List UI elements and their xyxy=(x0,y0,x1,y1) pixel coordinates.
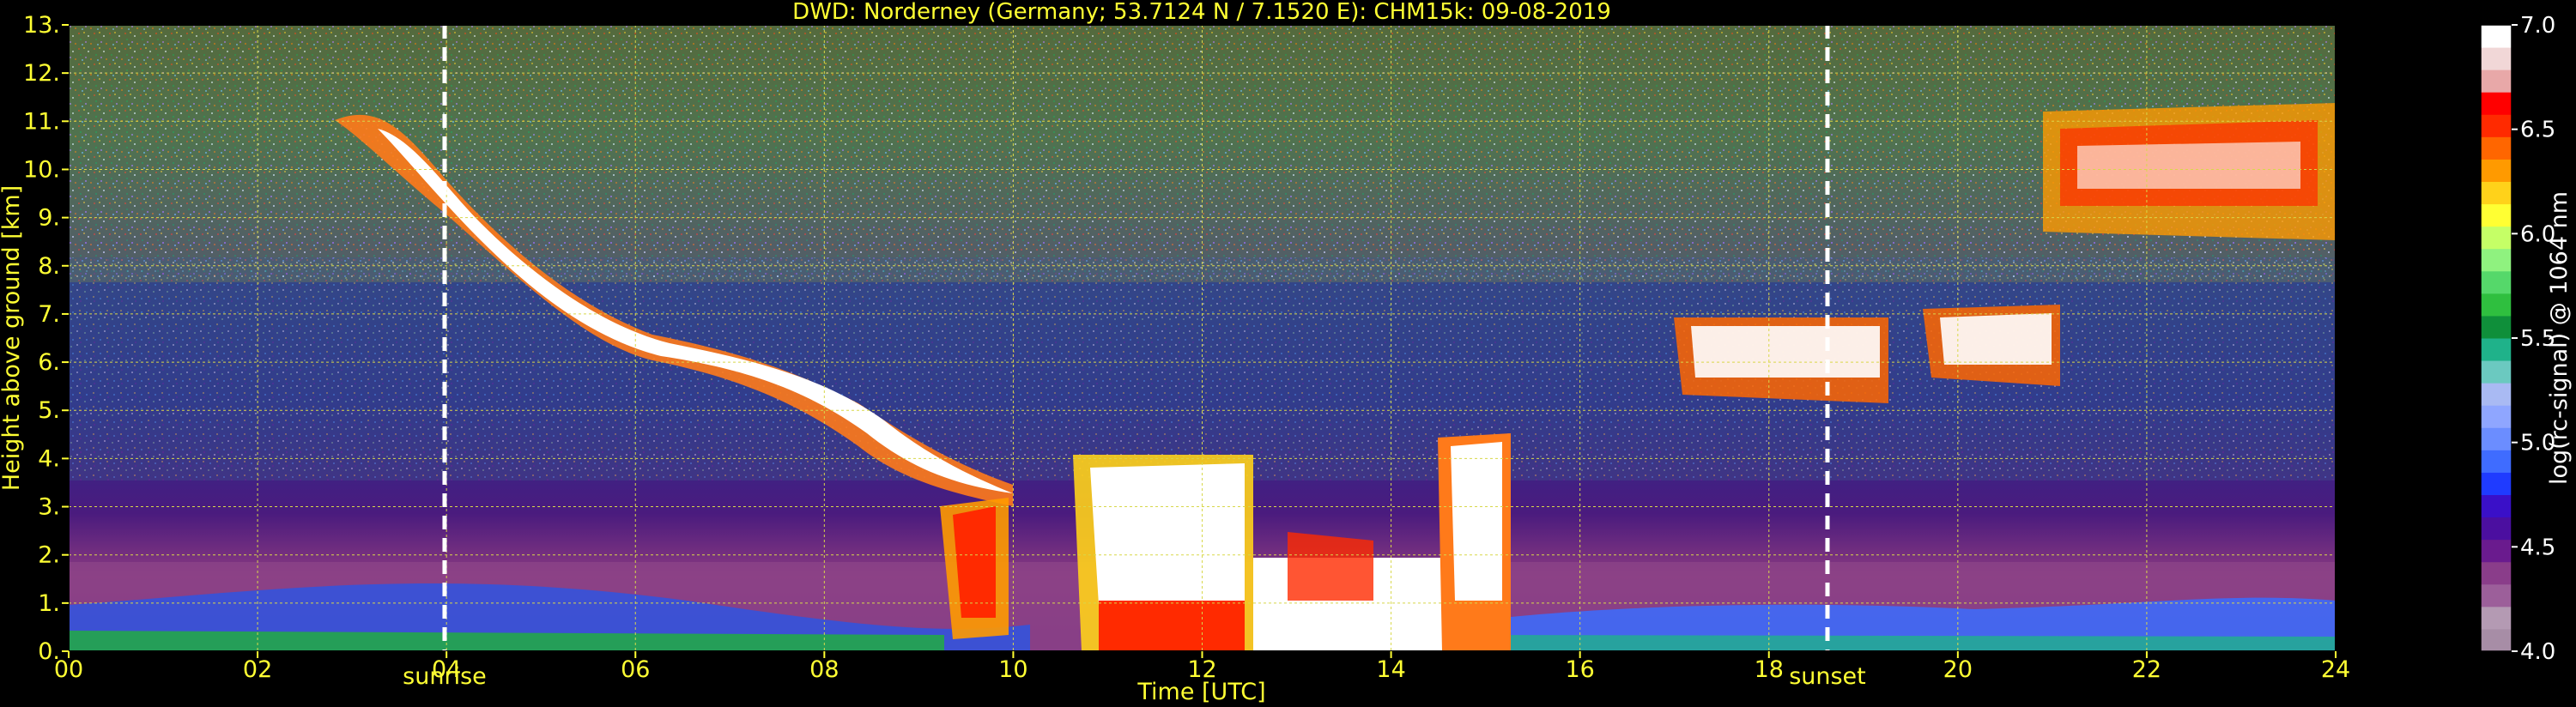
y-tick-label: 0. xyxy=(38,638,60,665)
colorbar-swatch xyxy=(2481,628,2512,652)
y-tick-label: 10. xyxy=(23,156,60,183)
colorbar-swatch xyxy=(2481,517,2512,541)
y-tick-label: 1. xyxy=(38,590,60,617)
y-tick-label: 11. xyxy=(23,108,60,135)
colorbar-swatch xyxy=(2481,472,2512,495)
x-tick-label: 04 xyxy=(432,656,461,683)
x-tick-label: 16 xyxy=(1565,656,1594,683)
y-axis-label: Height above ground [km] xyxy=(0,185,25,491)
y-tick-label: 8. xyxy=(38,253,60,280)
marker-label-sunset: sunset xyxy=(1789,663,1866,690)
y-tick-label: 12. xyxy=(23,60,60,87)
y-tick-label: 3. xyxy=(38,494,60,521)
x-tick-label: 20 xyxy=(1943,656,1973,683)
colorbar-swatch xyxy=(2481,561,2512,585)
colorbar-swatch xyxy=(2481,315,2512,339)
chart-title: DWD: Norderney (Germany; 53.7124 N / 7.1… xyxy=(792,0,1611,25)
x-axis-label: Time [UTC] xyxy=(1136,679,1265,705)
y-tick-label: 6. xyxy=(38,349,60,376)
colorbar-swatch xyxy=(2481,360,2512,384)
colorbar-swatch xyxy=(2481,539,2512,563)
colorbar-tick-label: 4.5 xyxy=(2520,535,2555,560)
y-tick-label: 4. xyxy=(38,445,60,472)
colorbar-swatch xyxy=(2481,383,2512,406)
colorbar-swatch xyxy=(2481,114,2512,137)
colorbar-tick-label: 6.5 xyxy=(2520,118,2555,143)
y-tick-label: 7. xyxy=(38,301,60,328)
colorbar-label: log(rc-signal) @ 1064 nm xyxy=(2546,191,2573,485)
colorbar-swatch xyxy=(2481,427,2512,450)
colorbar-swatch xyxy=(2481,270,2512,294)
x-tick-label: 18 xyxy=(1755,656,1784,683)
colorbar-swatch xyxy=(2481,159,2512,182)
colorbar-swatch xyxy=(2481,47,2512,70)
colorbar-tick-label: 4.0 xyxy=(2520,639,2555,665)
x-tick-label: 08 xyxy=(809,656,839,683)
x-tick-label: 10 xyxy=(998,656,1027,683)
colorbar-swatch xyxy=(2481,338,2512,361)
colorbar-swatch xyxy=(2481,181,2512,205)
chart: sunrise sunset 00 02 04 06 08 10 12 14 16 18 20 22 24… xyxy=(0,0,2573,705)
y-axis-ticks: 0. 1. 2. 3. 4. 5. 6. 7. 8. 9. 10. 11. 12. 13. xyxy=(23,12,69,665)
x-tick-label: 14 xyxy=(1376,656,1405,683)
colorbar-swatch xyxy=(2481,583,2512,607)
colorbar-swatch xyxy=(2481,226,2512,250)
colorbar-swatch xyxy=(2481,203,2512,227)
colorbar-swatch xyxy=(2481,136,2512,160)
x-tick-label: 24 xyxy=(2321,656,2350,683)
y-tick-label: 13. xyxy=(23,12,60,39)
colorbar-swatch xyxy=(2481,69,2512,93)
y-tick-label: 9. xyxy=(38,205,60,232)
colorbar-swatch xyxy=(2481,248,2512,272)
x-tick-label: 06 xyxy=(621,656,650,683)
colorbar-swatch xyxy=(2481,606,2512,630)
colorbar-tick-label: 7.0 xyxy=(2520,13,2555,39)
x-tick-label: 02 xyxy=(243,656,272,683)
colorbar-swatch xyxy=(2481,92,2512,115)
colorbar-swatch xyxy=(2481,450,2512,473)
y-tick-label: 5. xyxy=(38,397,60,424)
colorbar-swatch xyxy=(2481,405,2512,428)
colorbar-swatch xyxy=(2481,293,2512,317)
colorbar-swatch xyxy=(2481,494,2512,518)
x-tick-label: 22 xyxy=(2132,656,2161,683)
colorbar: 4.04.55.05.56.06.57.0 xyxy=(2480,13,2555,665)
colorbar-swatch xyxy=(2481,25,2512,48)
y-tick-label: 2. xyxy=(38,542,60,569)
